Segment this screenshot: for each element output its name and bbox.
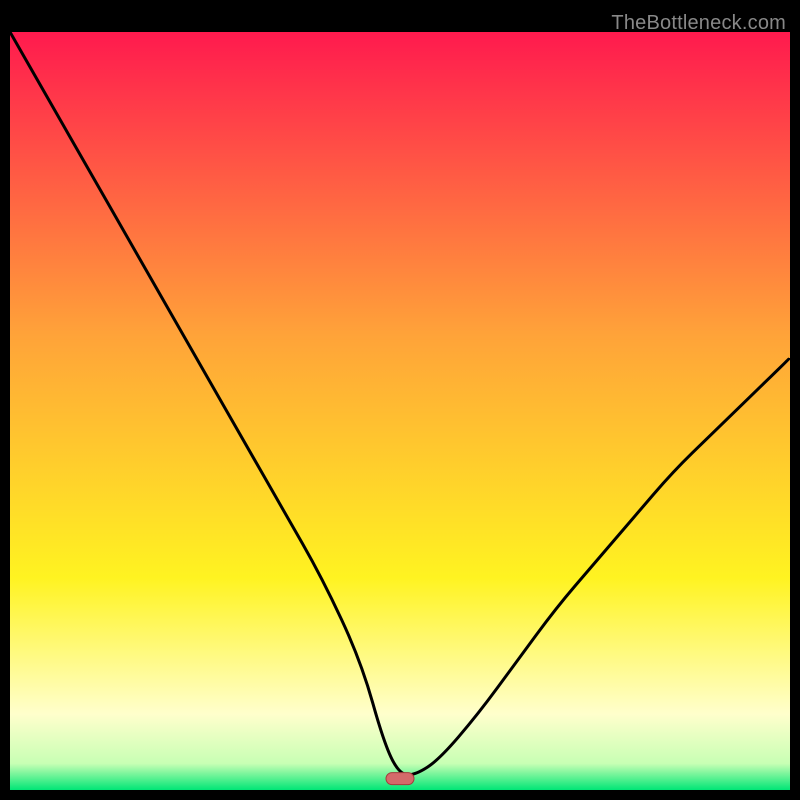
- optimal-point-marker: [386, 773, 414, 785]
- plot-area: [10, 32, 790, 790]
- chart-frame: TheBottleneck.com: [10, 10, 790, 790]
- gradient-background: [10, 32, 790, 790]
- bottleneck-chart: [10, 32, 790, 790]
